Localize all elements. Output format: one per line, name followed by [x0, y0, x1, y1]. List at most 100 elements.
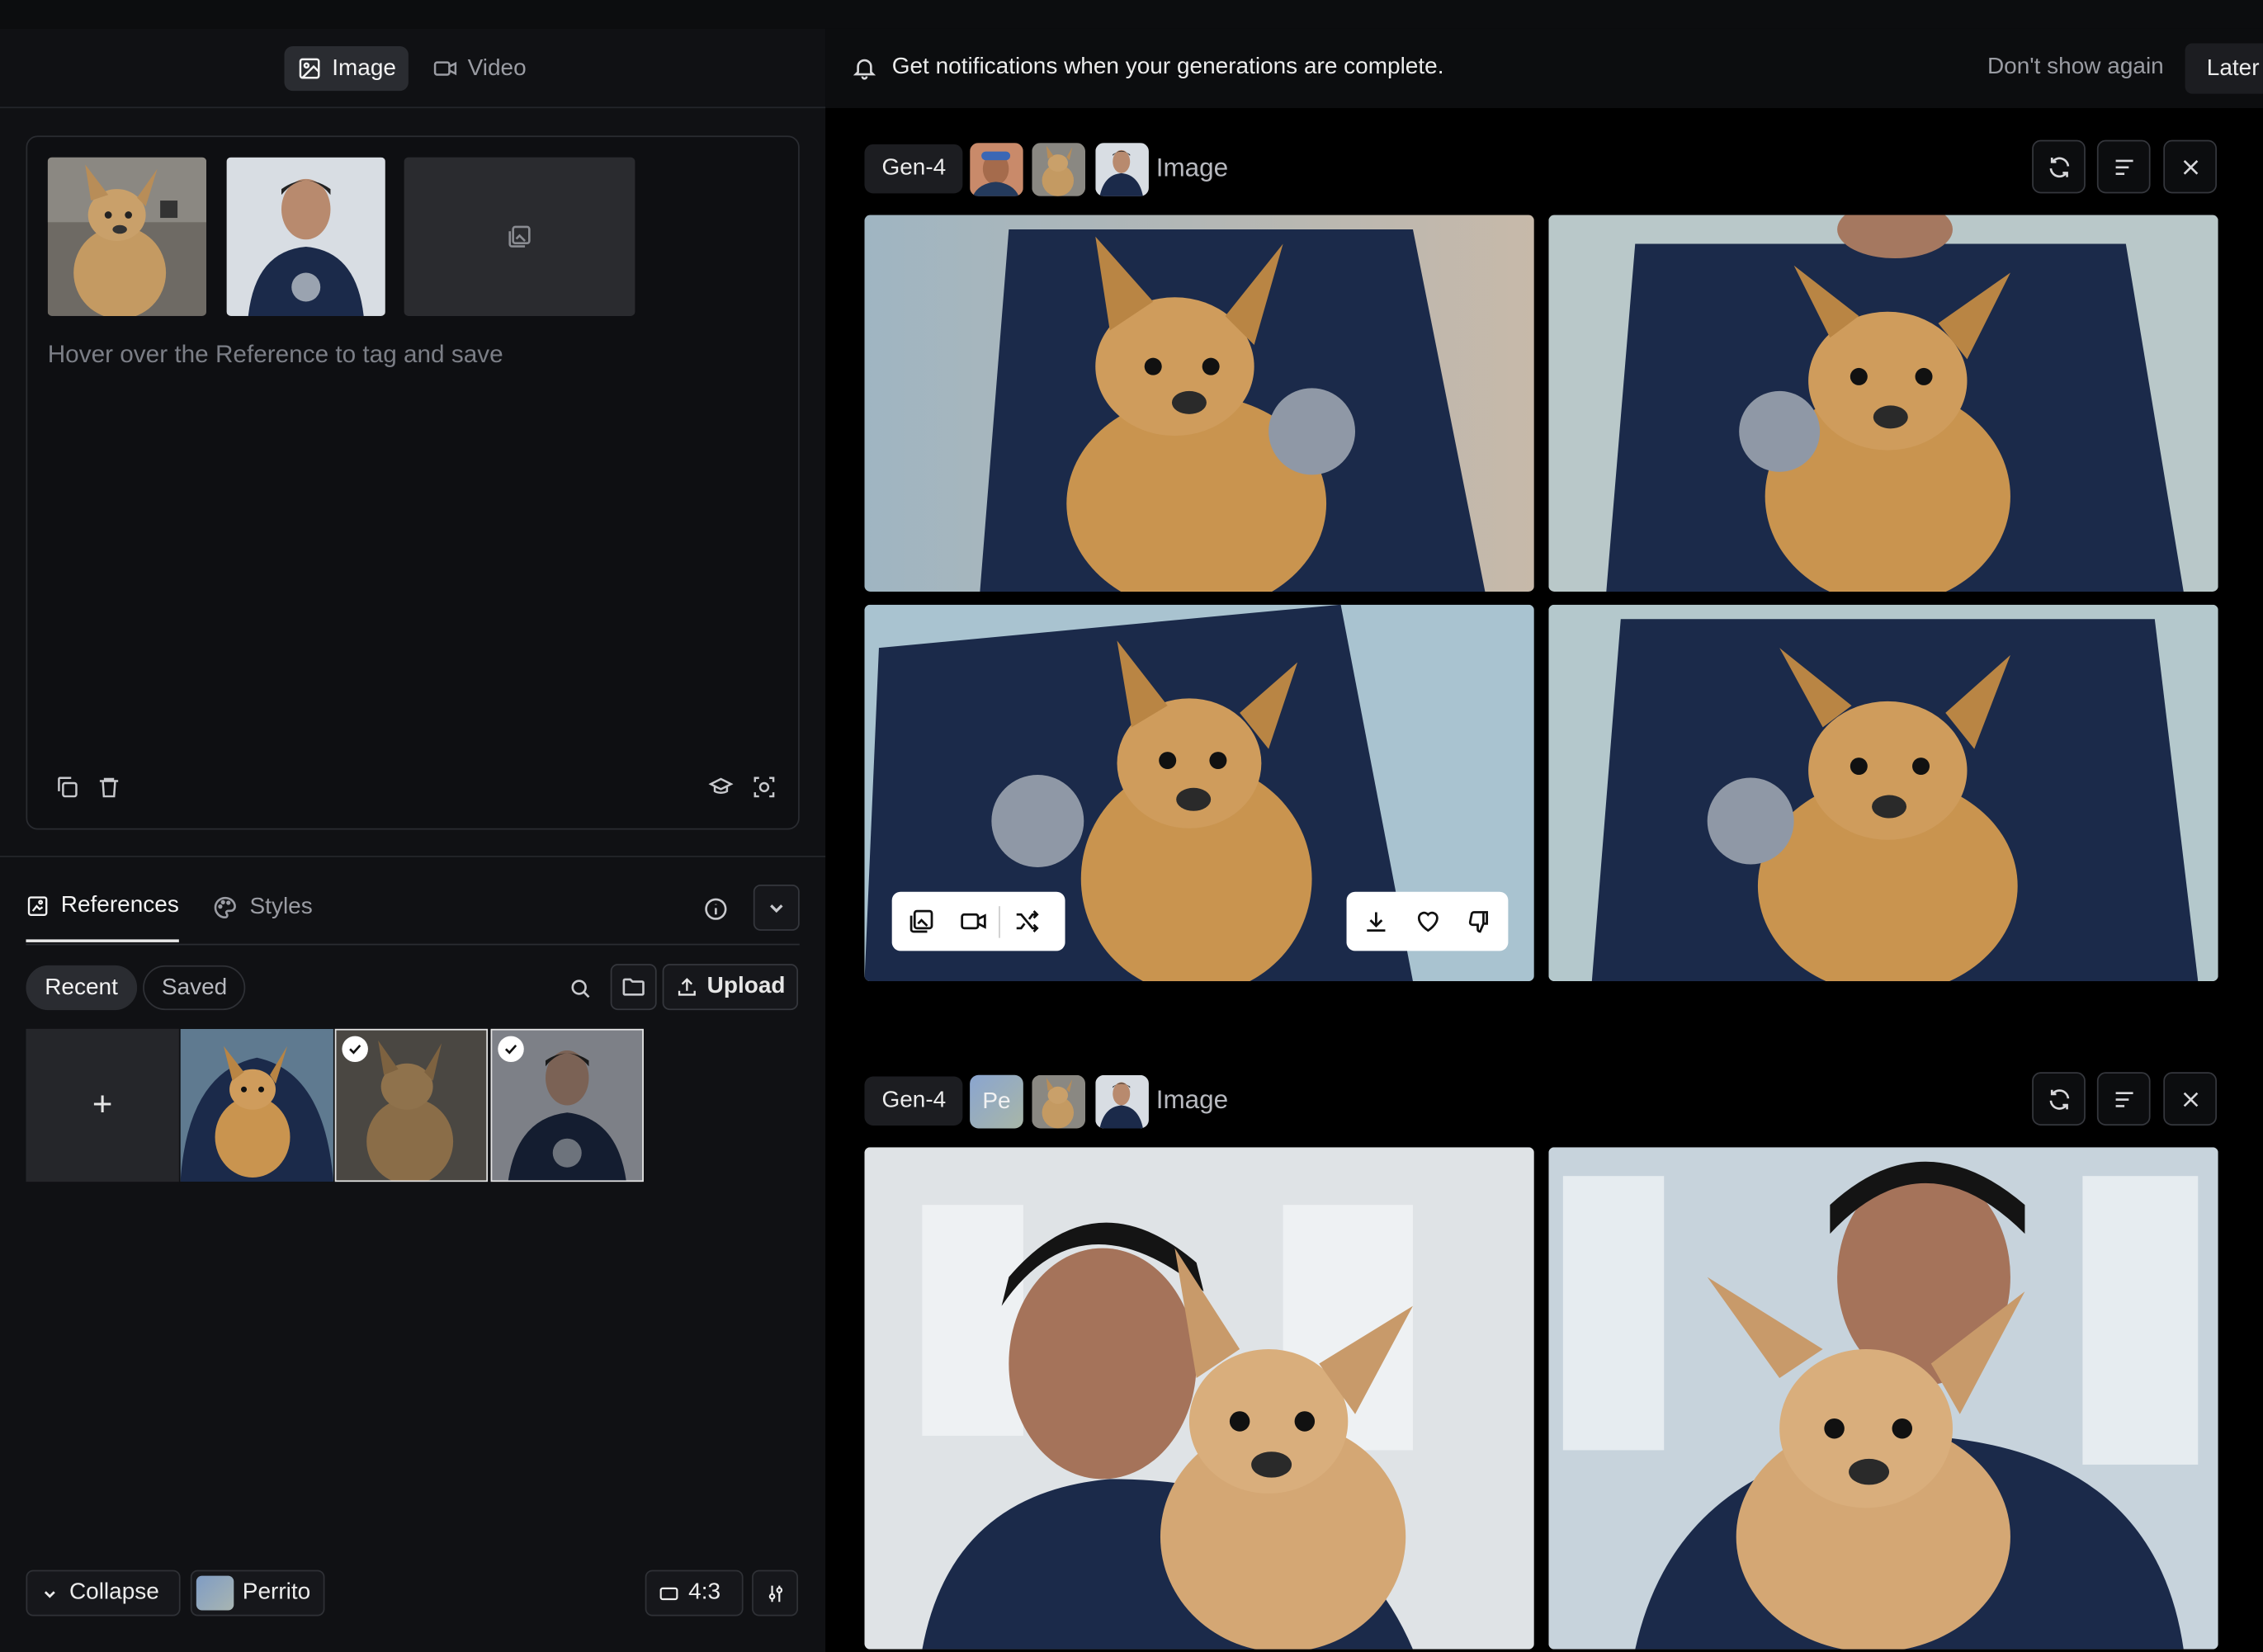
- dislike-button[interactable]: [1453, 892, 1505, 951]
- menu-lines-icon: [2114, 1091, 2133, 1107]
- reference-thumb-2[interactable]: [334, 1028, 489, 1182]
- video-icon: [960, 913, 985, 930]
- reference-avatar-man-2[interactable]: [1095, 143, 1149, 196]
- man-photo: [226, 157, 385, 316]
- generated-image-4[interactable]: [1548, 604, 2218, 982]
- generated-image-1[interactable]: [864, 215, 1534, 592]
- trash-icon: [99, 776, 118, 797]
- reference-avatar-man[interactable]: [970, 143, 1023, 196]
- style-swatch: [196, 1575, 234, 1611]
- prompt-box[interactable]: Hover over the Reference to tag and save: [26, 135, 800, 830]
- filter-saved[interactable]: Saved: [143, 965, 246, 1011]
- dont-show-again-link[interactable]: Don't show again: [1987, 54, 2164, 80]
- tab-references[interactable]: References: [26, 873, 179, 942]
- remix-button[interactable]: [1000, 892, 1052, 951]
- image-actions-left: [891, 891, 1065, 951]
- learn-button[interactable]: [706, 772, 735, 801]
- details-button[interactable]: [2096, 1072, 2151, 1126]
- menu-lines-icon: [2114, 158, 2133, 175]
- info-button[interactable]: [700, 893, 731, 924]
- chevron-down-icon: [770, 904, 783, 913]
- settings-sliders-icon: [768, 1584, 782, 1602]
- generations-feed: Gen-4 Image Gen-4 Pe Image: [825, 108, 2263, 1652]
- aspect-ratio-label: 4:3: [688, 1579, 721, 1605]
- mode-video-button[interactable]: Video: [420, 46, 540, 91]
- generated-image-2[interactable]: [1548, 215, 2218, 592]
- generation-header: Gen-4 Pe Image: [864, 1072, 2221, 1130]
- man-avatar-photo: [1095, 143, 1149, 196]
- search-button[interactable]: [565, 973, 596, 1004]
- upload-button[interactable]: Upload: [662, 964, 799, 1011]
- copy-button[interactable]: [52, 772, 81, 801]
- upload-icon: [678, 978, 696, 996]
- add-reference-button[interactable]: +: [26, 1028, 179, 1182]
- later-button[interactable]: Later: [2185, 43, 2263, 94]
- upload-label: Upload: [706, 974, 786, 999]
- check-icon: [504, 1045, 517, 1055]
- app-window: Image Video Hover over the Reference to …: [0, 0, 2263, 1652]
- reference-avatar-man[interactable]: [1095, 1074, 1149, 1129]
- expand-button[interactable]: [753, 884, 800, 931]
- notification-bar: Get notifications when your generations …: [825, 28, 2263, 109]
- tab-references-label: References: [60, 893, 179, 918]
- generated-image-5[interactable]: [864, 1147, 1534, 1650]
- selected-check: [498, 1036, 524, 1063]
- add-reference-placeholder[interactable]: [404, 157, 635, 316]
- prompt-reference-man[interactable]: [226, 157, 385, 316]
- details-button[interactable]: [2096, 139, 2151, 194]
- style-avatar[interactable]: Pe: [970, 1074, 1023, 1129]
- delete-button[interactable]: [94, 772, 123, 801]
- generated-photo: [1548, 215, 2218, 592]
- chevron-down-icon: [44, 1590, 55, 1598]
- style-name: Perrito: [242, 1579, 311, 1605]
- prompt-reference-dog[interactable]: [47, 157, 207, 316]
- collapse-label: Collapse: [69, 1579, 159, 1605]
- style-chip-button[interactable]: Perrito: [190, 1569, 325, 1617]
- favorite-button[interactable]: [1401, 892, 1453, 951]
- filter-recent[interactable]: Recent: [26, 965, 137, 1011]
- aspect-ratio-icon: [659, 1586, 678, 1600]
- generated-photo: [864, 1147, 1534, 1650]
- tab-styles[interactable]: Styles: [212, 873, 313, 942]
- refresh-icon: [2048, 156, 2069, 177]
- generation-type: Image: [1155, 153, 1229, 182]
- refresh-icon: [2048, 1088, 2069, 1109]
- generated-image-6[interactable]: [1548, 1147, 2218, 1650]
- collapse-button[interactable]: Collapse: [26, 1569, 181, 1617]
- notification-message: Get notifications when your generations …: [891, 54, 1444, 80]
- selected-check: [342, 1036, 368, 1063]
- mode-image-button[interactable]: Image: [284, 45, 409, 92]
- download-icon: [1366, 912, 1385, 932]
- reference-thumb-1[interactable]: [180, 1028, 333, 1182]
- search-icon: [571, 979, 590, 998]
- reference-avatar-dog[interactable]: [1032, 1074, 1086, 1129]
- palette-icon: [214, 896, 236, 919]
- generated-image-3[interactable]: [864, 604, 1534, 982]
- model-label: Gen-4: [864, 144, 964, 194]
- thumbs-down-icon: [1467, 911, 1488, 933]
- model-label: Gen-4: [864, 1076, 964, 1126]
- download-button[interactable]: [1349, 892, 1401, 951]
- video-icon: [433, 61, 457, 76]
- scan-button[interactable]: [749, 772, 778, 801]
- rerun-button[interactable]: [2032, 139, 2086, 194]
- rerun-button[interactable]: [2032, 1072, 2086, 1126]
- reference-avatar-dog[interactable]: [1032, 143, 1086, 196]
- man-avatar-photo: [970, 143, 1023, 196]
- generated-photo: [1548, 1147, 2218, 1650]
- prompt-hint: Hover over the Reference to tag and save: [47, 340, 503, 368]
- use-as-reference-button[interactable]: [895, 892, 947, 951]
- generated-photo: [864, 215, 1534, 592]
- folder-button[interactable]: [610, 964, 657, 1011]
- close-generation-button[interactable]: [2163, 139, 2218, 194]
- aspect-ratio-button[interactable]: 4:3: [645, 1569, 744, 1617]
- reference-thumb-3[interactable]: [490, 1028, 644, 1182]
- make-video-button[interactable]: [947, 892, 999, 951]
- shuffle-icon: [1015, 910, 1038, 932]
- scan-icon: [753, 776, 774, 797]
- settings-button[interactable]: [752, 1569, 799, 1617]
- graduation-cap-icon: [707, 776, 733, 794]
- dog-man-photo: [180, 1028, 333, 1182]
- close-icon: [2182, 159, 2198, 174]
- close-generation-button[interactable]: [2163, 1072, 2218, 1126]
